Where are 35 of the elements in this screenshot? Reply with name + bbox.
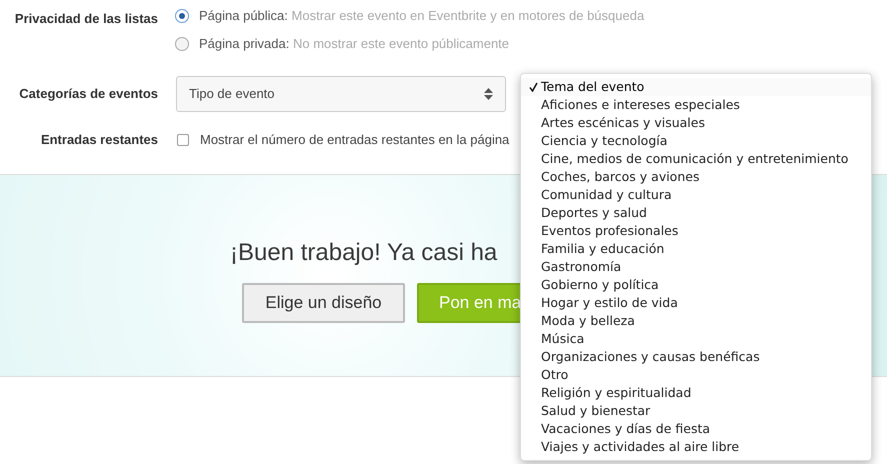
menu-item[interactable]: Religión y espiritualidad [521,384,871,402]
menu-item[interactable]: Familia y educación [521,240,871,258]
menu-item[interactable]: Cine, medios de comunicación y entretenimiento [521,150,871,168]
menu-item[interactable]: Organizaciones y causas benéficas [521,348,871,366]
field-label: Categorías de eventos [19,86,158,102]
checkbox-label: Mostrar el número de entradas restantes en la página [200,131,510,149]
radio-label: Página privada: No mostrar este evento públicamente [199,35,510,54]
radio-label: Página pública: Mostrar este evento en Eventbrite y en motores de búsqueda [199,7,644,26]
secondary-button[interactable]: Elige un diseño [242,282,405,322]
field-label: Privacidad de las listas [14,11,158,26]
menu-item[interactable]: Deportes y salud [521,204,871,222]
checkmark-icon [528,82,538,92]
menu-item[interactable]: Salud y bienestar [521,402,871,420]
menu-item[interactable]: Artes escénicas y visuales [521,114,871,132]
field-label: Entradas restantes [40,132,158,147]
menu-item[interactable]: Ciencia y tecnología [521,132,871,150]
menu-item[interactable]: Vacaciones y días de fiesta [521,420,871,438]
menu-item[interactable]: Otro [521,366,871,384]
menu-item[interactable]: Eventos profesionales [521,222,871,240]
menu-item[interactable]: Aficiones e intereses especiales [521,96,871,114]
menu-item[interactable]: Hogar y estilo de vida [521,294,871,312]
menu-item[interactable]: Gastronomía [521,258,871,276]
radio-button[interactable] [175,37,189,51]
menu-item[interactable]: Coches, barcos y aviones [521,168,871,186]
menu-item[interactable]: Música [521,330,871,348]
checkbox[interactable] [177,134,189,146]
menu-item[interactable]: Comunidad y cultura [521,186,871,204]
event-type-select[interactable]: Tipo de evento [176,76,506,112]
menu-item[interactable]: Moda y belleza [521,312,871,330]
banner-headline: ¡Buen trabajo! Ya casi ha [230,238,498,268]
menu-item[interactable]: Viajes y actividades al aire libre [521,438,871,456]
radio-button[interactable] [175,9,189,23]
sort-arrows-icon [484,88,493,100]
menu-item[interactable]: Gobierno y política [521,276,871,294]
menu-item[interactable]: Tema del evento [521,78,871,96]
